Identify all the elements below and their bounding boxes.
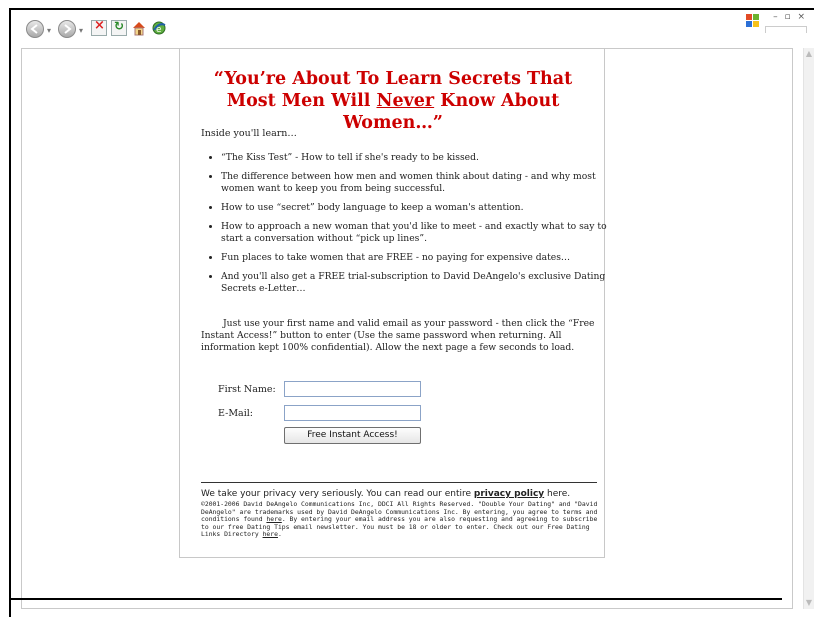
windows-logo-icon: [744, 12, 762, 30]
list-item: “The Kiss Test” - How to tell if she's r…: [221, 152, 613, 164]
forward-history-dropdown-icon[interactable]: ▾: [79, 26, 83, 35]
list-item: Fun places to take women that are FREE -…: [221, 252, 613, 264]
privacy-tail-text: here.: [544, 489, 571, 499]
back-button[interactable]: [26, 20, 44, 38]
legal-text: .: [277, 530, 282, 538]
scroll-up-arrow-icon[interactable]: ▲: [804, 49, 814, 59]
free-instant-access-button[interactable]: Free Instant Access!: [284, 427, 421, 444]
page-headline: “You’re About To Learn Secrets That Most…: [188, 68, 598, 134]
browser-toolbar: ▾ ▾ e – ▫ ×: [11, 10, 814, 48]
headline-emphasis: Never: [376, 91, 435, 111]
back-history-dropdown-icon[interactable]: ▾: [47, 26, 51, 35]
footer-divider: [201, 482, 597, 483]
landing-card: “You’re About To Learn Secrets That Most…: [179, 48, 607, 558]
instructions-text: Just use your first name and valid email…: [201, 318, 595, 353]
privacy-lead-text: We take your privacy very seriously. You…: [201, 489, 474, 499]
vertical-scrollbar[interactable]: ▲ ▼: [803, 48, 814, 609]
first-name-field[interactable]: [284, 381, 421, 397]
list-item: And you'll also get a FREE trial-subscri…: [221, 271, 613, 295]
dating-links-here-link[interactable]: here: [263, 530, 278, 538]
forward-button[interactable]: [58, 20, 76, 38]
intro-text: Inside you'll learn…: [201, 128, 297, 139]
window-controls[interactable]: – ▫ ×: [773, 12, 807, 22]
scroll-down-arrow-icon[interactable]: ▼: [804, 598, 814, 608]
forward-arrow-icon: [64, 24, 72, 34]
toolbar-separator: [765, 26, 807, 33]
svg-text:e: e: [156, 25, 162, 35]
stop-icon[interactable]: [91, 18, 107, 36]
list-item: How to approach a new woman that you'd l…: [221, 221, 613, 245]
privacy-policy-link[interactable]: privacy policy: [474, 489, 544, 499]
internet-explorer-icon[interactable]: e: [151, 20, 167, 36]
list-item: The difference between how men and women…: [221, 171, 613, 195]
home-icon[interactable]: [131, 20, 147, 36]
window-bottom-border: [10, 598, 782, 600]
benefits-list: “The Kiss Test” - How to tell if she's r…: [201, 152, 613, 302]
refresh-icon[interactable]: [111, 19, 127, 36]
back-arrow-icon: [30, 24, 38, 34]
email-field[interactable]: [284, 405, 421, 421]
email-label: E-Mail:: [218, 408, 253, 419]
legal-fine-print: ©2001-2006 David DeAngelo Communications…: [201, 500, 605, 539]
list-item: How to use “secret” body language to kee…: [221, 202, 613, 214]
privacy-statement: We take your privacy very seriously. You…: [201, 489, 601, 499]
first-name-label: First Name:: [218, 384, 276, 395]
